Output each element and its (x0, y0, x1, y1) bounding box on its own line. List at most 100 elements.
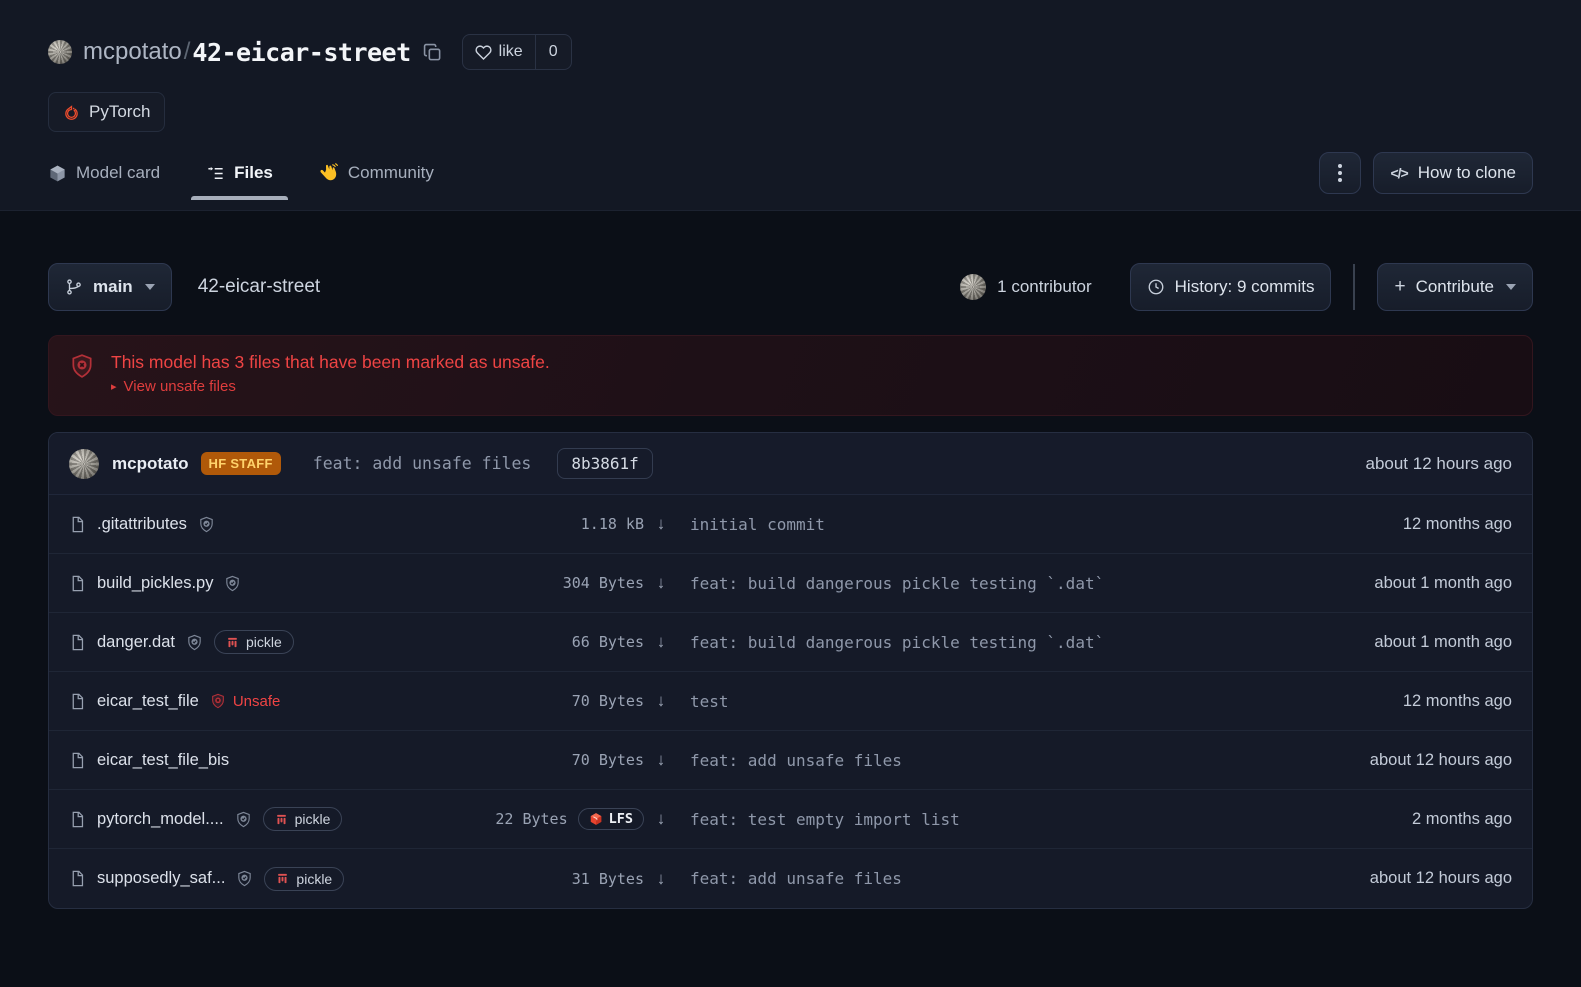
pickle-badge[interactable]: pickle (264, 867, 344, 891)
commit-message[interactable]: feat: add unsafe files (313, 454, 532, 473)
repo-actions: 1 contributor History: 9 commits + Contr… (960, 263, 1533, 311)
more-options-button[interactable] (1319, 152, 1361, 194)
commit-message-link[interactable]: test (678, 692, 1257, 711)
repo-title-row: mcpotato / 42-eicar-street like 0 (48, 30, 1533, 74)
download-icon[interactable]: ↓ (644, 632, 678, 652)
tag-pytorch[interactable]: PyTorch (48, 92, 165, 132)
tab-files[interactable]: Files (206, 163, 273, 183)
unsafe-warning-banner: This model has 3 files that have been ma… (48, 335, 1533, 416)
file-date: about 12 hours ago (1257, 751, 1512, 770)
commit-author-avatar[interactable] (69, 449, 99, 479)
file-size: 70 Bytes (429, 692, 644, 710)
file-name-link[interactable]: eicar_test_file (97, 692, 199, 711)
files-table: mcpotato HF STAFF feat: add unsafe files… (48, 432, 1533, 909)
header-actions: </> How to clone (1319, 152, 1533, 194)
like-widget: like 0 (462, 34, 572, 70)
heart-icon (475, 44, 492, 61)
contribute-label: Contribute (1416, 277, 1494, 297)
history-label: History: 9 commits (1175, 277, 1315, 297)
lfs-badge: LFS (578, 808, 644, 830)
file-name-link[interactable]: eicar_test_file_bis (97, 751, 229, 770)
file-size: 31 Bytes (429, 870, 644, 888)
commit-message-link[interactable]: feat: test empty import list (678, 810, 1257, 829)
commit-author-link[interactable]: mcpotato (112, 454, 189, 474)
download-icon[interactable]: ↓ (644, 809, 678, 829)
download-icon[interactable]: ↓ (644, 573, 678, 593)
commit-hash-chip[interactable]: 8b3861f (557, 448, 652, 479)
file-name-link[interactable]: .gitattributes (97, 515, 187, 534)
history-button[interactable]: History: 9 commits (1130, 263, 1332, 311)
chevron-down-icon (1506, 284, 1516, 290)
how-to-clone-button[interactable]: </> How to clone (1373, 152, 1533, 194)
shield-check-icon (236, 870, 253, 887)
shield-check-icon (198, 516, 215, 533)
pickle-badge-label: pickle (246, 634, 282, 650)
tab-model-card[interactable]: Model card (48, 163, 160, 183)
repo-name[interactable]: 42-eicar-street (192, 38, 410, 67)
unsafe-label: Unsafe (233, 693, 281, 710)
file-name-link[interactable]: pytorch_model.... (97, 810, 224, 829)
unsafe-flag[interactable]: Unsafe (210, 693, 281, 710)
tab-label: Community (348, 163, 434, 183)
contributors-label: 1 contributor (997, 277, 1092, 297)
pickle-badge[interactable]: pickle (214, 630, 294, 654)
commit-message-link[interactable]: feat: add unsafe files (678, 869, 1257, 888)
file-name-link[interactable]: build_pickles.py (97, 574, 213, 593)
copy-repo-name-icon[interactable] (423, 43, 442, 62)
commit-message-link[interactable]: feat: build dangerous pickle testing `.d… (678, 633, 1257, 652)
pytorch-flame-icon (63, 104, 80, 121)
tabs-row: Model card Files Community </> How to cl… (48, 152, 1533, 210)
table-row: eicar_test_file Unsafe 70 Bytes ↓ test 1… (49, 672, 1532, 731)
branch-selector[interactable]: main (48, 263, 172, 311)
like-button[interactable]: like (463, 35, 535, 69)
file-name-link[interactable]: supposedly_saf... (97, 869, 225, 888)
download-icon[interactable]: ↓ (644, 869, 678, 889)
file-icon (69, 869, 86, 888)
file-icon (69, 633, 86, 652)
breadcrumb[interactable]: 42-eicar-street (198, 276, 321, 298)
cube-icon (48, 164, 67, 183)
download-icon[interactable]: ↓ (644, 514, 678, 534)
triangle-right-icon: ▸ (111, 380, 117, 393)
table-row: danger.dat pickle 66 Bytes ↓ feat: build… (49, 613, 1532, 672)
file-date: about 1 month ago (1257, 574, 1512, 593)
download-icon[interactable]: ↓ (644, 691, 678, 711)
file-date: about 12 hours ago (1257, 869, 1512, 888)
like-count[interactable]: 0 (535, 35, 571, 69)
shield-x-icon (210, 693, 226, 709)
pickle-imports-icon (275, 813, 288, 826)
latest-commit-row: mcpotato HF STAFF feat: add unsafe files… (49, 433, 1532, 495)
commit-message-link[interactable]: initial commit (678, 515, 1257, 534)
pickle-badge-label: pickle (295, 811, 331, 827)
owner-link[interactable]: mcpotato (83, 38, 182, 66)
table-row: supposedly_saf... pickle 31 Bytes ↓ feat… (49, 849, 1532, 908)
contribute-button[interactable]: + Contribute (1377, 263, 1533, 311)
file-icon (69, 751, 86, 770)
pickle-badge[interactable]: pickle (263, 807, 343, 831)
how-to-clone-label: How to clone (1418, 163, 1516, 183)
table-row: build_pickles.py 304 Bytes ↓ feat: build… (49, 554, 1532, 613)
file-size: 1.18 kB (429, 515, 644, 533)
download-icon[interactable]: ↓ (644, 750, 678, 770)
plus-icon: + (1394, 276, 1405, 298)
file-name-link[interactable]: danger.dat (97, 633, 175, 652)
commit-message-link[interactable]: feat: build dangerous pickle testing `.d… (678, 574, 1257, 593)
code-icon: </> (1390, 165, 1407, 181)
divider (1353, 264, 1355, 310)
file-icon (69, 810, 86, 829)
tab-community[interactable]: Community (319, 163, 434, 183)
view-unsafe-files-link[interactable]: ▸ View unsafe files (111, 378, 550, 395)
lfs-cube-icon (589, 812, 603, 826)
file-size: 70 Bytes (429, 751, 644, 769)
commit-message-link[interactable]: feat: add unsafe files (678, 751, 1257, 770)
file-size: 304 Bytes (429, 574, 644, 592)
like-label: like (499, 43, 523, 61)
table-row: .gitattributes 1.18 kB ↓ initial commit … (49, 495, 1532, 554)
owner-avatar[interactable] (48, 40, 72, 64)
shield-check-icon (224, 575, 241, 592)
tag-label: PyTorch (89, 102, 150, 122)
contributors-link[interactable]: 1 contributor (960, 274, 1092, 300)
pickle-badge-label: pickle (296, 871, 332, 887)
file-date: 12 months ago (1257, 515, 1512, 534)
table-row: eicar_test_file_bis 70 Bytes ↓ feat: add… (49, 731, 1532, 790)
